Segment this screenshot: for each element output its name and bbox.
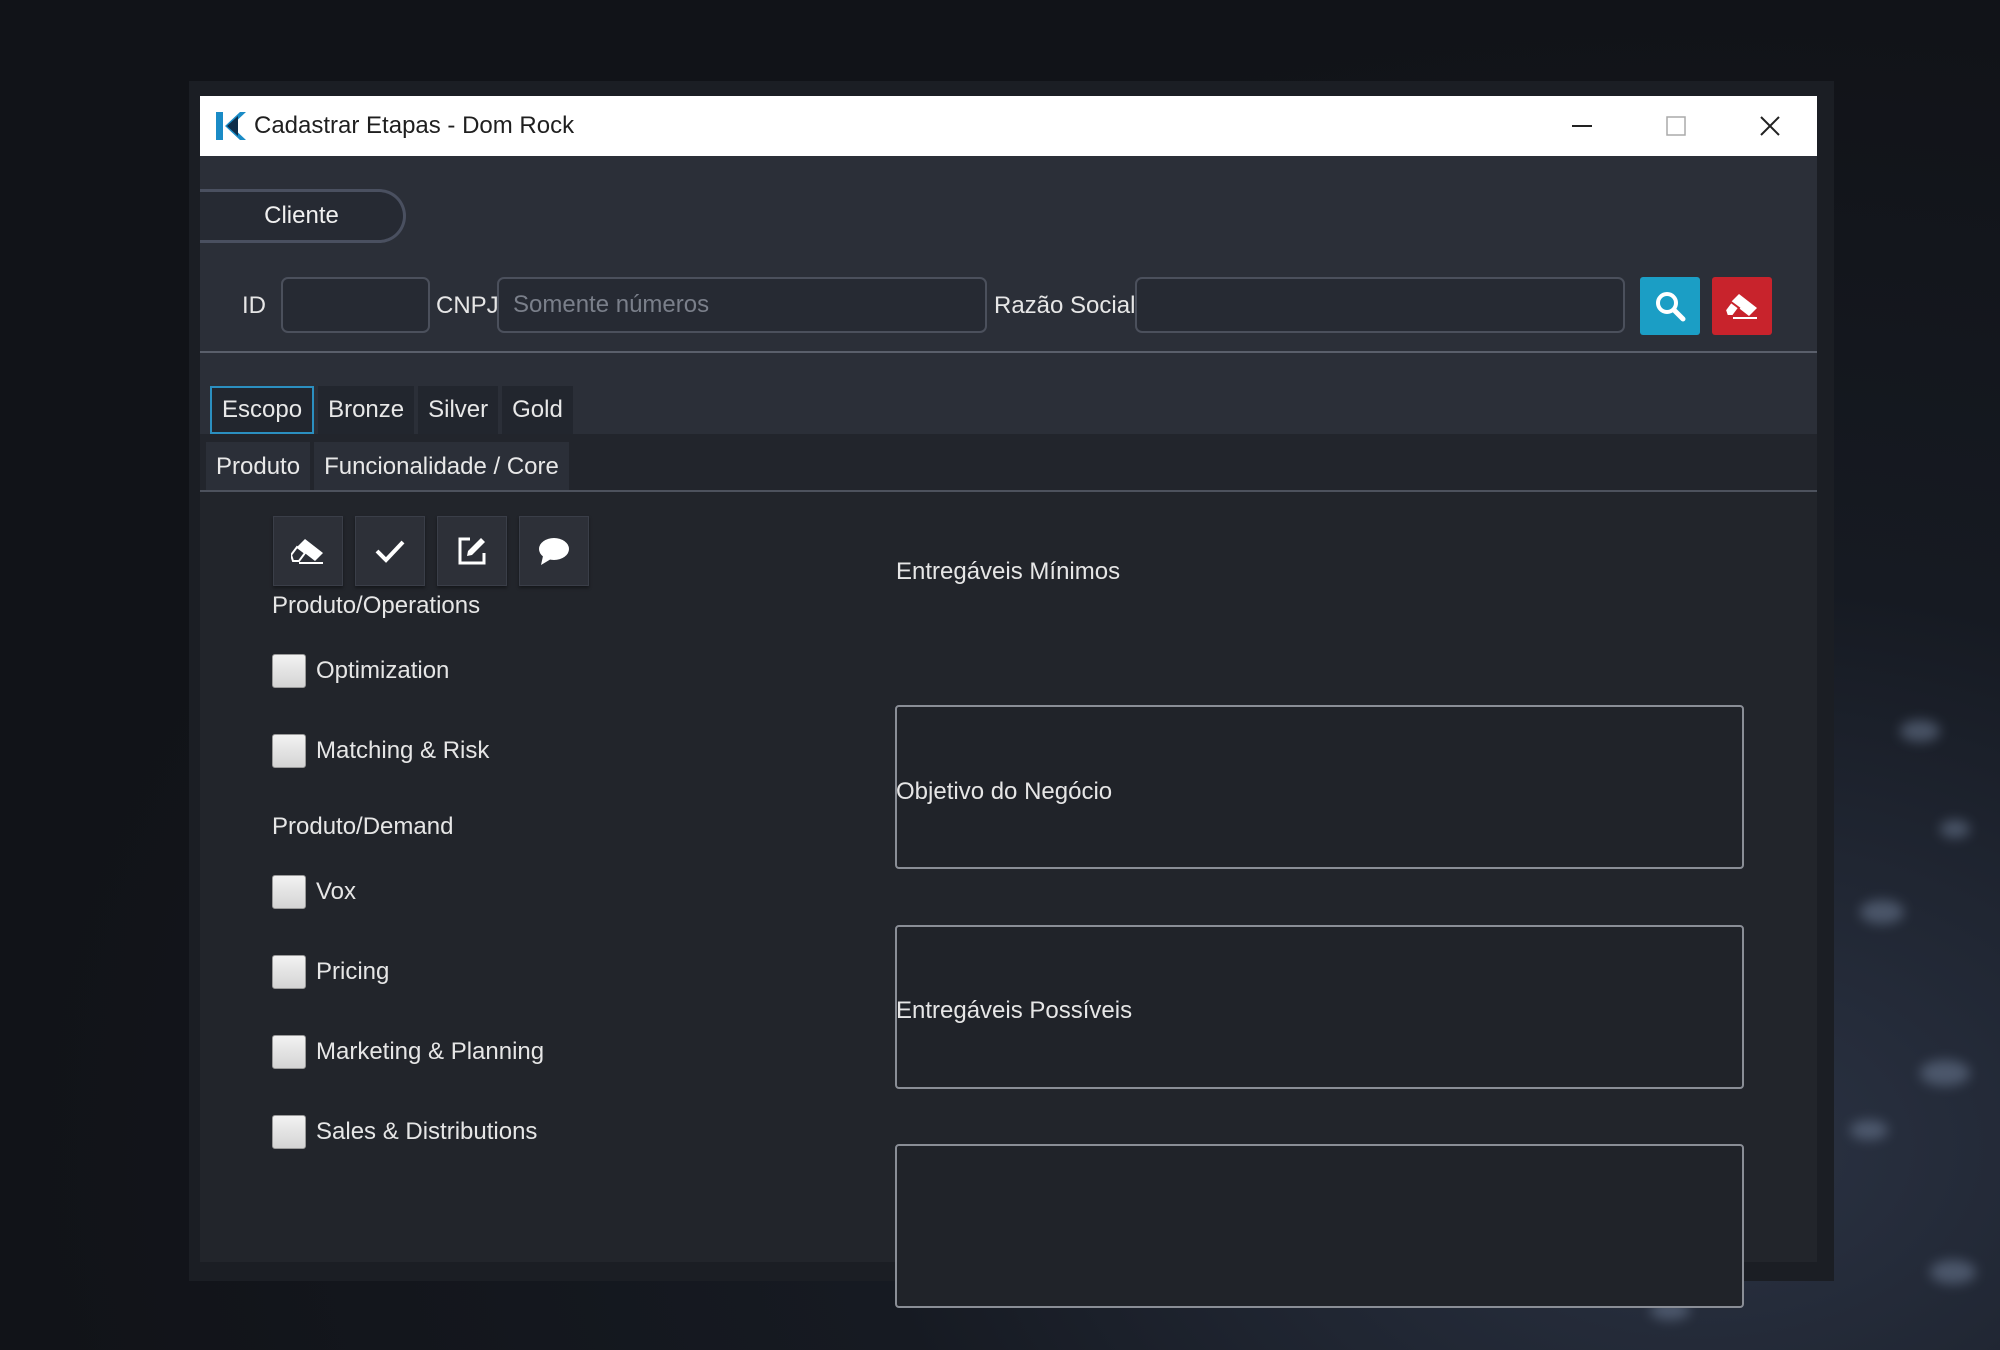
minimize-icon: [1572, 125, 1592, 127]
objetivo-negocio-label: Objetivo do Negócio: [896, 778, 1113, 805]
tab-produto[interactable]: Produto: [206, 442, 311, 492]
title-bar: Cadastrar Etapas - Dom Rock: [200, 96, 1817, 156]
checkbox-label: Vox: [316, 878, 357, 905]
edit-icon: [458, 537, 486, 565]
id-input[interactable]: [281, 277, 430, 333]
id-label: ID: [242, 292, 266, 319]
cliente-section-tab[interactable]: Cliente: [200, 189, 406, 243]
checkbox-row-vox[interactable]: Vox: [272, 875, 356, 909]
tab-gold[interactable]: Gold: [502, 386, 573, 434]
tab-escopo[interactable]: Escopo: [210, 386, 315, 434]
cnpj-label: CNPJ: [436, 292, 499, 319]
entregaveis-minimos-label: Entregáveis Mínimos: [896, 558, 1121, 585]
optimization-checkbox[interactable]: [272, 654, 306, 688]
confirm-button[interactable]: [355, 516, 425, 586]
razao-social-label: Razão Social: [994, 292, 1136, 319]
tab-bronze[interactable]: Bronze: [318, 386, 415, 434]
checkbox-label: Marketing & Planning: [316, 1038, 545, 1065]
eraser-icon: [1725, 294, 1757, 319]
entregaveis-possiveis-textarea[interactable]: [895, 1144, 1744, 1308]
sales-distributions-checkbox[interactable]: [272, 1115, 306, 1149]
checkbox-label: Optimization: [316, 657, 450, 684]
group-label-operations: Produto/Operations: [272, 592, 481, 619]
checkbox-label: Pricing: [316, 958, 390, 985]
checkbox-label: Matching & Risk: [316, 737, 490, 764]
clear-button[interactable]: [273, 516, 343, 586]
entregaveis-possiveis-label: Entregáveis Possíveis: [896, 997, 1133, 1024]
pricing-checkbox[interactable]: [272, 955, 306, 989]
section-divider: [200, 351, 1817, 353]
tab-silver[interactable]: Silver: [418, 386, 499, 434]
edit-button[interactable]: [437, 516, 507, 586]
sub-tabs: Produto Funcionalidade / Core: [206, 442, 569, 492]
cnpj-input[interactable]: [497, 277, 987, 333]
checkbox-row-marketing-planning[interactable]: Marketing & Planning: [272, 1035, 544, 1069]
eraser-icon: [291, 539, 323, 564]
checkbox-row-sales-distributions[interactable]: Sales & Distributions: [272, 1115, 537, 1149]
checkbox-label: Sales & Distributions: [316, 1118, 538, 1145]
group-label-demand: Produto/Demand: [272, 813, 454, 840]
clear-client-button[interactable]: [1712, 277, 1772, 335]
tab-funcionalidade-core[interactable]: Funcionalidade / Core: [314, 442, 569, 492]
check-icon: [375, 540, 405, 563]
client-search-row: ID CNPJ Razão Social: [200, 277, 1817, 335]
window-title: Cadastrar Etapas - Dom Rock: [254, 112, 575, 139]
vox-checkbox[interactable]: [272, 875, 306, 909]
checkbox-row-matching-risk[interactable]: Matching & Risk: [272, 734, 489, 768]
close-icon: [1760, 116, 1780, 136]
matching-risk-checkbox[interactable]: [272, 734, 306, 768]
maximize-button[interactable]: [1629, 96, 1723, 156]
checkbox-row-pricing[interactable]: Pricing: [272, 955, 389, 989]
checkbox-row-optimization[interactable]: Optimization: [272, 654, 449, 688]
minimize-button[interactable]: [1535, 96, 1629, 156]
close-button[interactable]: [1723, 96, 1817, 156]
marketing-planning-checkbox[interactable]: [272, 1035, 306, 1069]
scope-panel: Produto/Operations Optimization Matching…: [200, 492, 1817, 1308]
app-logo-icon: [214, 110, 246, 142]
app-window: Cadastrar Etapas - Dom Rock Cliente ID C…: [200, 96, 1817, 1308]
comment-button[interactable]: [519, 516, 589, 586]
comment-icon: [539, 538, 569, 565]
razao-social-input[interactable]: [1135, 277, 1625, 333]
maximize-icon: [1666, 116, 1686, 136]
search-button[interactable]: [1640, 277, 1700, 335]
search-icon: [1656, 292, 1686, 322]
tier-tabs: Escopo Bronze Silver Gold: [210, 386, 573, 434]
